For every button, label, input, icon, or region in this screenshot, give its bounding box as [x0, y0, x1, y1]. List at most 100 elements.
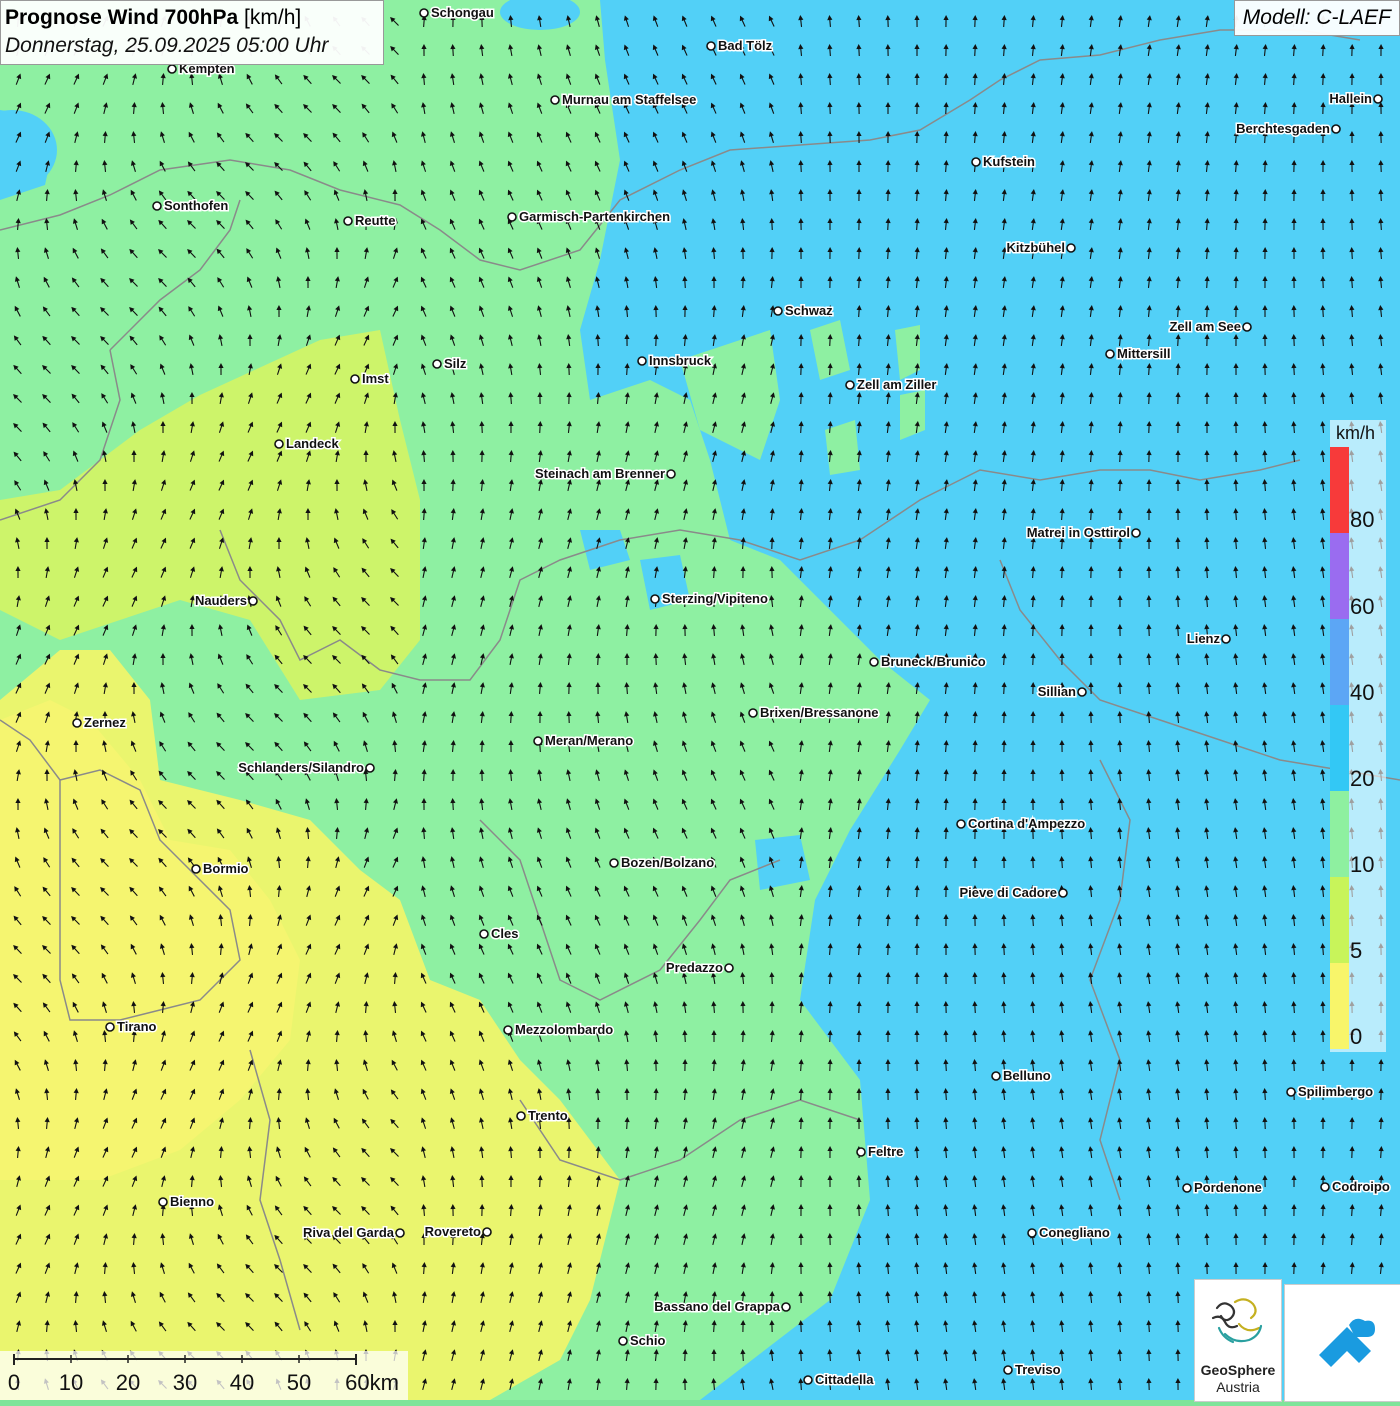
place-label: Imst — [362, 371, 389, 386]
place-dot-icon — [517, 1112, 525, 1120]
place-dot-icon — [1243, 323, 1251, 331]
place-dot-icon — [1222, 635, 1230, 643]
place-marker: Meran/Merano — [534, 733, 633, 748]
scale-label-60: 60km — [345, 1370, 399, 1396]
place-label: Cortina d'Ampezzo — [968, 816, 1085, 831]
place-marker: Codroipo — [1321, 1179, 1390, 1194]
map-title: Prognose Wind 700hPa [km/h] — [5, 4, 377, 32]
place-marker: Kitzbühel — [1007, 240, 1076, 255]
place-label: Bormio — [203, 861, 249, 876]
place-marker: Bruneck/Brunico — [870, 654, 986, 669]
place-dot-icon — [551, 96, 559, 104]
legend-seg-5 — [1330, 877, 1349, 963]
wind-map: SchongauBad TölzKemptenMurnau am Staffel… — [0, 0, 1400, 1400]
place-label: Matrei in Osttirol — [1027, 525, 1130, 540]
place-dot-icon — [707, 42, 715, 50]
place-label: Predazzo — [666, 960, 723, 975]
place-dot-icon — [1106, 350, 1114, 358]
legend-tick-80: 80 — [1350, 509, 1374, 531]
legend-tick-20: 20 — [1350, 768, 1374, 790]
place-marker: Steinach am Brenner — [535, 466, 675, 481]
place-dot-icon — [366, 764, 374, 772]
place-label: Hallein — [1329, 91, 1372, 106]
place-marker: Pordenone — [1183, 1180, 1262, 1195]
place-dot-icon — [73, 719, 81, 727]
place-label: Cles — [491, 926, 518, 941]
place-label: Riva del Garda — [303, 1225, 395, 1240]
legend-seg-0 — [1330, 963, 1349, 1049]
place-dot-icon — [1332, 125, 1340, 133]
place-dot-icon — [275, 440, 283, 448]
place-dot-icon — [651, 595, 659, 603]
place-dot-icon — [1374, 95, 1382, 103]
scale-bar: 0 10 20 30 40 50 60km — [0, 1351, 408, 1400]
scale-label-0: 0 — [8, 1370, 20, 1396]
place-dot-icon — [857, 1148, 865, 1156]
legend-seg-20 — [1330, 705, 1349, 791]
place-marker: Mezzolombardo — [504, 1022, 613, 1037]
place-label: Pordenone — [1194, 1180, 1262, 1195]
scale-label-20: 20 — [116, 1370, 140, 1396]
place-label: Feltre — [868, 1144, 903, 1159]
place-marker: Pieve di Cadore — [959, 885, 1067, 900]
place-dot-icon — [782, 1303, 790, 1311]
place-label: Garmisch-Partenkirchen — [519, 209, 670, 224]
place-marker: Murnau am Staffelsee — [551, 92, 696, 107]
place-dot-icon — [483, 1228, 491, 1236]
place-marker: Garmisch-Partenkirchen — [508, 209, 670, 224]
place-label: Bad Tölz — [718, 38, 773, 53]
place-dot-icon — [249, 597, 257, 605]
place-label: Bienno — [170, 1194, 214, 1209]
place-label: Brixen/Bressanone — [760, 705, 879, 720]
place-label: Trento — [528, 1108, 568, 1123]
place-label: Cittadella — [815, 1372, 874, 1387]
place-marker: Cortina d'Ampezzo — [957, 816, 1085, 831]
place-dot-icon — [168, 65, 176, 73]
app-logo[interactable] — [1284, 1284, 1400, 1402]
place-dot-icon — [351, 375, 359, 383]
place-dot-icon — [972, 158, 980, 166]
place-marker: Bozen/Bolzano — [610, 855, 714, 870]
place-label: Bruneck/Brunico — [881, 654, 986, 669]
place-label: Spilimbergo — [1298, 1084, 1373, 1099]
place-label: Schlanders/Silandro — [238, 760, 364, 775]
place-label: Conegliano — [1039, 1225, 1110, 1240]
place-marker: Zell am See — [1169, 319, 1251, 334]
place-marker: Zell am Ziller — [846, 377, 936, 392]
place-marker: Predazzo — [666, 960, 733, 975]
place-dot-icon — [396, 1229, 404, 1237]
mountain-cloud-icon — [1285, 1285, 1400, 1401]
place-dot-icon — [638, 357, 646, 365]
place-label: Schwaz — [785, 303, 833, 318]
forecast-datetime: Donnerstag, 25.09.2025 05:00 Uhr — [5, 32, 377, 60]
place-label: Kitzbühel — [1007, 240, 1066, 255]
place-marker: Schongau — [420, 5, 494, 20]
title-text: Prognose Wind 700hPa — [5, 6, 238, 29]
geosphere-logo[interactable]: GeoSphere Austria — [1194, 1279, 1282, 1402]
place-dot-icon — [433, 360, 441, 368]
place-label: Sonthofen — [164, 198, 228, 213]
place-label: Zell am Ziller — [857, 377, 936, 392]
place-dot-icon — [1321, 1183, 1329, 1191]
place-marker: Innsbruck — [638, 353, 712, 368]
place-dot-icon — [870, 658, 878, 666]
place-label: Bozen/Bolzano — [621, 855, 714, 870]
scale-label-40: 40 — [230, 1370, 254, 1396]
place-label: Innsbruck — [649, 353, 712, 368]
place-label: Mittersill — [1117, 346, 1170, 361]
place-dot-icon — [804, 1376, 812, 1384]
place-label: Pieve di Cadore — [959, 885, 1057, 900]
place-dot-icon — [992, 1072, 1000, 1080]
place-dot-icon — [1132, 529, 1140, 537]
place-dot-icon — [725, 964, 733, 972]
place-label: Belluno — [1003, 1068, 1051, 1083]
legend-tick-40: 40 — [1350, 682, 1374, 704]
logo-text-austria: Austria — [1195, 1379, 1281, 1395]
legend-tick-0: 0 — [1350, 1026, 1362, 1048]
legend-tick-60: 60 — [1350, 596, 1374, 618]
place-marker: Sonthofen — [153, 198, 228, 213]
scale-label-10: 10 — [59, 1370, 83, 1396]
place-label: Steinach am Brenner — [535, 466, 665, 481]
place-label: Tirano — [117, 1019, 157, 1034]
title-unit: [km/h] — [244, 6, 301, 29]
